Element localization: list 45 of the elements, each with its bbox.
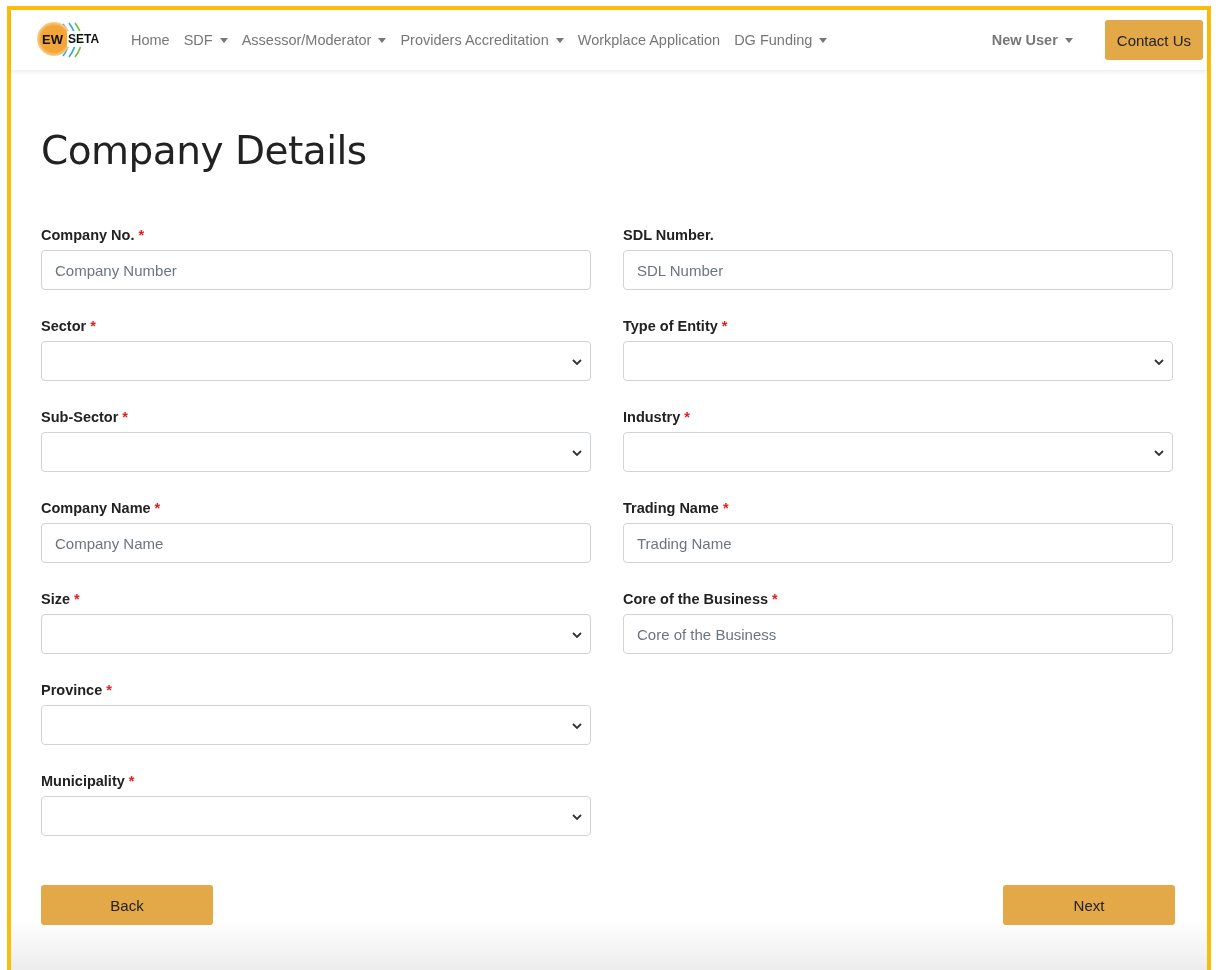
field-label: Type of Entity * <box>623 318 729 336</box>
field-label: Size * <box>41 591 81 609</box>
field-label: Industry * <box>623 409 691 427</box>
chevron-icon <box>572 814 582 820</box>
chevron-icon <box>572 632 582 638</box>
page-title: Company Details <box>41 128 368 173</box>
input-field[interactable]: Company Name <box>41 523 591 563</box>
select-field[interactable] <box>41 341 591 381</box>
chevron-icon <box>572 723 582 729</box>
nav-link[interactable]: Assessor/Moderator <box>241 32 387 48</box>
select-field[interactable] <box>41 614 591 654</box>
back-button[interactable]: Back <box>41 885 213 925</box>
field-label: Sector * <box>41 318 97 336</box>
input-field[interactable]: Trading Name <box>623 523 1173 563</box>
field-label: Trading Name * <box>623 500 730 518</box>
field-label: Company No. * <box>41 227 146 245</box>
select-field[interactable] <box>623 432 1173 472</box>
input-field[interactable]: Company Number <box>41 250 591 290</box>
nav-link[interactable]: SDF <box>183 32 228 48</box>
input-field[interactable]: Core of the Business <box>623 614 1173 654</box>
nav-link[interactable]: Providers Accreditation <box>400 32 564 48</box>
field-label: Company Name * <box>41 500 162 518</box>
contact-button[interactable]: Contact Us <box>1104 20 1203 60</box>
logo-text: EW <box>42 32 63 47</box>
logo-text: SETA <box>67 31 101 47</box>
next-button[interactable]: Next <box>1003 885 1175 925</box>
nav-link[interactable]: Home <box>131 32 170 48</box>
user-menu[interactable]: New User <box>991 32 1073 48</box>
field-label: Core of the Business * <box>623 591 779 609</box>
field-label: Province * <box>41 682 113 700</box>
chevron-icon <box>572 450 582 456</box>
field-label: Municipality * <box>41 773 136 791</box>
chevron-icon <box>1154 359 1164 365</box>
select-field[interactable] <box>41 705 591 745</box>
field-label: Sub-Sector * <box>41 409 129 427</box>
nav-link[interactable]: Workplace Application <box>577 32 721 48</box>
select-field[interactable] <box>41 432 591 472</box>
chevron-icon <box>572 359 582 365</box>
input-field[interactable]: SDL Number <box>623 250 1173 290</box>
logo[interactable]: EW SETA <box>31 20 107 60</box>
nav-link[interactable]: DG Funding <box>734 32 828 48</box>
field-label: SDL Number. <box>623 227 715 245</box>
chevron-icon <box>1154 450 1164 456</box>
select-field[interactable] <box>41 796 591 836</box>
select-field[interactable] <box>623 341 1173 381</box>
